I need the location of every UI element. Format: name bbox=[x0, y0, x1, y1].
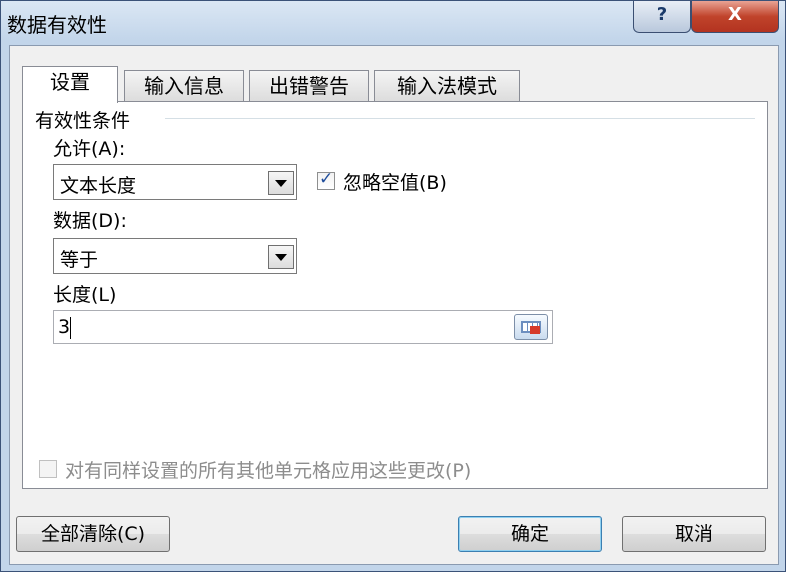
text-caret bbox=[70, 317, 71, 339]
data-value: 等于 bbox=[60, 249, 99, 271]
group-title: 有效性条件 bbox=[35, 110, 131, 132]
allow-label: 允许(A): bbox=[53, 138, 126, 160]
length-value: 3 bbox=[58, 316, 71, 338]
dialog-body: 设置 输入信息 出错警告 输入法模式 有效性条件 允许(A): 文本长度 忽略空… bbox=[9, 45, 779, 565]
help-button[interactable]: ? bbox=[633, 1, 691, 33]
title-bar[interactable]: 数据有效性 ? X bbox=[1, 1, 785, 45]
allow-value: 文本长度 bbox=[60, 175, 137, 197]
close-button[interactable]: X bbox=[691, 1, 779, 33]
group-divider bbox=[165, 118, 755, 119]
ok-button[interactable]: 确定 bbox=[458, 516, 602, 552]
help-icon: ? bbox=[656, 4, 668, 25]
range-arrow-icon bbox=[530, 326, 540, 334]
data-label: 数据(D): bbox=[53, 210, 127, 232]
clear-all-button[interactable]: 全部清除(C) bbox=[16, 516, 170, 552]
dialog-title: 数据有效性 bbox=[7, 13, 107, 37]
apply-all-checkbox[interactable] bbox=[39, 460, 57, 478]
cancel-button[interactable]: 取消 bbox=[622, 516, 766, 552]
tab-ime-mode[interactable]: 输入法模式 bbox=[374, 70, 520, 102]
length-input[interactable]: 3 bbox=[53, 310, 553, 344]
ignore-blank-label[interactable]: 忽略空值(B) bbox=[343, 168, 447, 195]
tab-input-message[interactable]: 输入信息 bbox=[124, 70, 244, 102]
ignore-blank-checkbox[interactable] bbox=[317, 169, 335, 190]
apply-all-label: 对有同样设置的所有其他单元格应用这些更改(P) bbox=[65, 460, 472, 482]
data-validation-dialog: 数据有效性 ? X 设置 输入信息 出错警告 输入法模式 有效性条件 允许(A)… bbox=[0, 0, 786, 572]
data-dropdown[interactable]: 等于 bbox=[53, 238, 297, 274]
range-select-button[interactable] bbox=[514, 314, 548, 340]
close-icon: X bbox=[728, 4, 742, 25]
tab-error-alert[interactable]: 出错警告 bbox=[249, 70, 369, 102]
allow-dropdown[interactable]: 文本长度 bbox=[53, 164, 297, 200]
length-label: 长度(L) bbox=[53, 284, 117, 306]
tab-settings[interactable]: 设置 bbox=[22, 66, 118, 103]
chevron-down-icon[interactable] bbox=[268, 245, 294, 269]
chevron-down-icon[interactable] bbox=[268, 171, 294, 195]
settings-panel: 有效性条件 允许(A): 文本长度 忽略空值(B) 数据(D): 等于 长度(L… bbox=[22, 101, 768, 489]
